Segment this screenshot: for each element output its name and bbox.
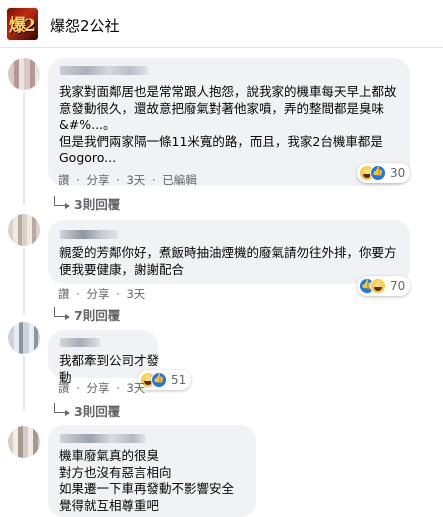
comment-bubble: 機車廢氣真的很臭 對方也沒有惡言相向 如果遷一下車再發動不影響安全 覺得就互相尊… [48, 425, 256, 517]
thread-line [23, 92, 25, 204]
reaction-summary[interactable]: 👍 30 [357, 163, 411, 183]
separator: · [76, 173, 80, 187]
edited-label[interactable]: 已編輯 [162, 172, 197, 188]
thread-line [23, 356, 25, 410]
group-logo[interactable]: 爆2 [7, 8, 38, 40]
like-button[interactable]: 讚 [58, 380, 70, 396]
share-button[interactable]: 分享 [86, 172, 109, 188]
reaction-count: 70 [390, 279, 406, 293]
like-icon: 👍 [151, 372, 167, 388]
separator: · [76, 381, 80, 395]
comment-actions: 讚 · 分享 · 3天 [58, 380, 145, 396]
reaction-summary[interactable]: 👍 51 [138, 370, 192, 390]
like-icon: 👍 [370, 165, 386, 181]
reply-arrow-icon [54, 402, 70, 416]
separator: · [76, 287, 80, 301]
comment-bubble: 親愛的芳鄰你好，煮飯時抽油煙機的廢氣請勿往外排，你要方便我要健康，謝謝配合 [48, 220, 410, 284]
reaction-count: 51 [171, 373, 187, 387]
share-button[interactable]: 分享 [86, 380, 109, 396]
group-logo-text: 爆2 [9, 16, 36, 36]
comment-bubble: 我家對面鄰居也是常常跟人抱怨，說我家的機車每天早上都故意發動很久，還故意把廢氣對… [48, 58, 410, 186]
like-button[interactable]: 讚 [58, 172, 70, 188]
replies-label: 3則回覆 [74, 404, 121, 419]
commenter-avatar[interactable] [8, 58, 40, 90]
author-name-blurred[interactable] [60, 338, 100, 347]
replies-label: 3則回覆 [74, 197, 121, 212]
view-replies-link[interactable]: 3則回覆 [54, 401, 120, 420]
timestamp[interactable]: 3天 [126, 172, 145, 188]
group-header: 爆2 爆怨2公社 [0, 0, 443, 48]
reaction-count: 30 [390, 166, 406, 180]
author-name-blurred[interactable] [60, 434, 146, 443]
like-button[interactable]: 讚 [58, 286, 70, 302]
comment-text: 親愛的芳鄰你好，煮飯時抽油煙機的廢氣請勿往外排，你要方便我要健康，謝謝配合 [59, 245, 397, 277]
timestamp[interactable]: 3天 [126, 380, 145, 396]
share-button[interactable]: 分享 [86, 286, 109, 302]
comment-text: 我家對面鄰居也是常常跟人抱怨，說我家的機車每天早上都故意發動很久，還故意把廢氣對… [59, 84, 397, 165]
thread-line [23, 248, 25, 314]
group-name[interactable]: 爆怨2公社 [50, 15, 120, 36]
haha-icon [370, 278, 386, 294]
commenter-avatar[interactable] [8, 426, 40, 458]
reaction-summary[interactable]: 👍 70 [357, 276, 411, 296]
replies-label: 7則回覆 [74, 308, 121, 323]
view-replies-link[interactable]: 3則回覆 [54, 194, 120, 213]
separator: · [151, 173, 156, 187]
separator: · [116, 381, 120, 395]
author-name-blurred[interactable] [60, 230, 118, 239]
comment-actions: 讚 · 分享 · 3天 [58, 286, 145, 302]
comment-text: 機車廢氣真的很臭 對方也沒有惡言相向 如果遷一下車再發動不影響安全 覺得就互相尊… [59, 448, 235, 513]
separator: · [116, 287, 120, 301]
reply-arrow-icon [54, 195, 70, 209]
timestamp[interactable]: 3天 [126, 286, 145, 302]
commenter-avatar[interactable] [8, 214, 40, 246]
reply-arrow-icon [54, 306, 70, 320]
view-replies-link[interactable]: 7則回覆 [54, 305, 120, 324]
comment-actions: 讚 · 分享 · 3天 · 已編輯 [58, 172, 197, 188]
separator: · [116, 173, 120, 187]
author-name-blurred[interactable] [60, 66, 148, 75]
commenter-avatar[interactable] [8, 322, 40, 354]
